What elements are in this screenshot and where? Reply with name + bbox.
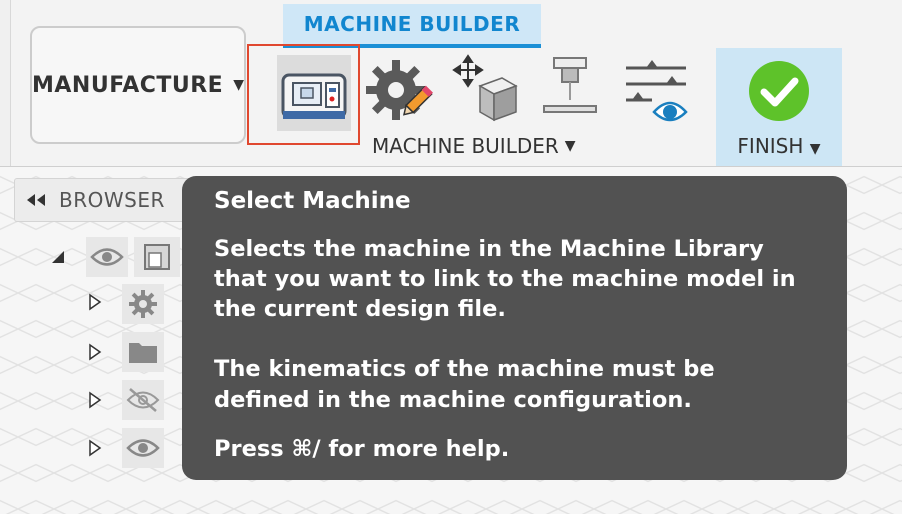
tooltip-description: Selects the machine in the Machine Libra… xyxy=(214,234,815,324)
visibility-settings-button[interactable] xyxy=(622,58,690,124)
tab-machine-builder[interactable]: MACHINE BUILDER xyxy=(283,4,541,48)
component-icon xyxy=(144,244,170,270)
tooltip-title: Select Machine xyxy=(214,188,411,214)
eye-icon xyxy=(126,439,160,457)
folder-icon xyxy=(129,343,157,363)
collapsed-triangle-icon[interactable] xyxy=(88,343,102,361)
move-component-icon xyxy=(452,54,518,122)
visibility-toggle[interactable] xyxy=(86,237,128,277)
eye-icon xyxy=(90,248,124,266)
toolbar: MANUFACTURE ▼ MACHINE BUILDER MACHINE BU… xyxy=(0,0,902,167)
finish-checkmark-icon xyxy=(749,61,809,121)
tooltip-help: Press ⌘/ for more help. xyxy=(214,436,510,462)
tab-label: MACHINE BUILDER xyxy=(303,12,521,36)
tooltip-description-line: the current design file. xyxy=(214,296,506,322)
browser-header[interactable]: BROWSER xyxy=(14,178,194,222)
machine-builder-group-dropdown[interactable]: MACHINE BUILDER ▼ xyxy=(372,134,576,158)
collapsed-triangle-icon[interactable] xyxy=(88,391,102,409)
select-machine-tooltip: Select Machine Selects the machine in th… xyxy=(182,176,847,480)
machine-config-button[interactable] xyxy=(364,54,436,126)
visibility-toggle[interactable] xyxy=(122,428,164,468)
collapsed-triangle-icon[interactable] xyxy=(88,293,102,311)
workspace-switcher-button[interactable]: MANUFACTURE ▼ xyxy=(30,26,246,144)
visibility-settings-icon xyxy=(626,60,688,122)
select-machine-button[interactable] xyxy=(247,44,360,145)
caret-down-icon: ▼ xyxy=(809,141,821,157)
component-node[interactable] xyxy=(134,237,180,277)
expanded-triangle-icon[interactable] xyxy=(50,249,66,265)
machine-config-icon xyxy=(366,60,433,120)
visibility-toggle-hidden[interactable] xyxy=(122,380,164,420)
caret-down-icon: ▼ xyxy=(233,77,244,93)
machine-axis-icon xyxy=(543,57,597,113)
select-machine-icon xyxy=(281,73,347,119)
workspace-label: MANUFACTURE xyxy=(32,72,224,98)
gear-icon xyxy=(129,290,157,318)
move-component-button[interactable] xyxy=(450,54,520,126)
tooltip-description-line: that you want to link to the machine mod… xyxy=(214,266,796,292)
tooltip-note-line: defined in the machine configuration. xyxy=(214,387,692,413)
toolbar-edge xyxy=(0,0,11,166)
select-machine-icon-bg xyxy=(277,55,351,131)
tooltip-description-line: Selects the machine in the Machine Libra… xyxy=(214,236,764,262)
machine-axis-button[interactable] xyxy=(540,56,602,122)
finish-button[interactable]: FINISH ▼ xyxy=(716,48,842,166)
tooltip-note: The kinematics of the machine must be de… xyxy=(214,354,815,416)
folder-node[interactable] xyxy=(122,332,164,372)
finish-label-wrap: FINISH ▼ xyxy=(716,134,842,158)
tooltip-note-line: The kinematics of the machine must be xyxy=(214,356,715,382)
settings-node[interactable] xyxy=(122,284,164,324)
collapsed-triangle-icon[interactable] xyxy=(88,439,102,457)
collapse-icon xyxy=(27,194,45,206)
finish-label: FINISH xyxy=(737,134,804,158)
eye-hidden-icon xyxy=(126,388,160,412)
browser-label: BROWSER xyxy=(59,188,165,212)
caret-down-icon: ▼ xyxy=(564,138,576,154)
group-label: MACHINE BUILDER xyxy=(372,134,559,158)
